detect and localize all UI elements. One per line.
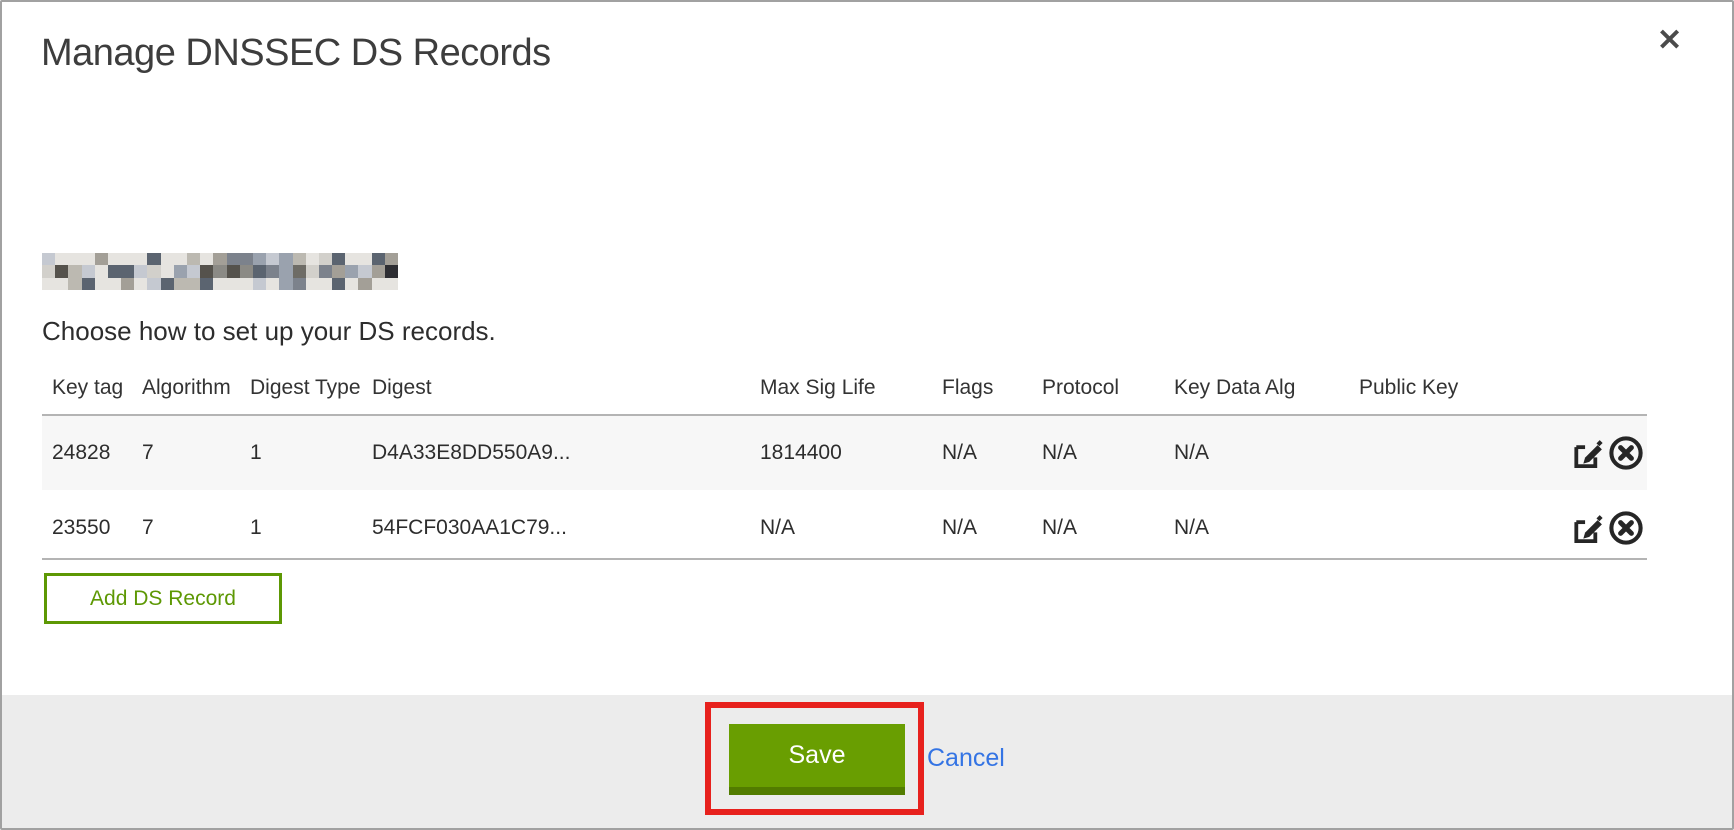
header-public-key: Public Key [1359,376,1458,400]
cell-digest: D4A33E8DD550A9... [372,441,570,465]
edit-icon[interactable] [1569,509,1607,547]
cell-key-tag: 23550 [52,516,110,540]
header-key-data-alg: Key Data Alg [1174,376,1295,400]
cell-max-sig-life: 1814400 [760,441,842,465]
header-protocol: Protocol [1042,376,1119,400]
row-actions [1569,434,1645,472]
edit-icon[interactable] [1569,434,1607,472]
cell-protocol: N/A [1042,441,1077,465]
cell-algorithm: 7 [142,516,154,540]
cell-digest: 54FCF030AA1C79... [372,516,567,540]
table-bottom-border [42,558,1647,560]
header-digest-type: Digest Type [250,376,361,400]
cell-digest-type: 1 [250,516,262,540]
header-algorithm: Algorithm [142,376,231,400]
cell-key-data-alg: N/A [1174,441,1209,465]
table-row: 24828 7 1 D4A33E8DD550A9... 1814400 N/A … [42,416,1647,490]
save-button[interactable]: Save [729,724,905,795]
cell-algorithm: 7 [142,441,154,465]
domain-name-redacted [42,253,398,290]
close-icon[interactable]: ✕ [1657,26,1682,56]
cell-max-sig-life: N/A [760,516,795,540]
row-actions [1569,509,1645,547]
cell-flags: N/A [942,516,977,540]
dialog-title: Manage DNSSEC DS Records [41,32,551,75]
cell-protocol: N/A [1042,516,1077,540]
setup-instruction-text: Choose how to set up your DS records. [42,316,496,347]
cancel-link[interactable]: Cancel [927,744,1005,773]
cell-flags: N/A [942,441,977,465]
cell-key-data-alg: N/A [1174,516,1209,540]
cell-key-tag: 24828 [52,441,110,465]
header-key-tag: Key tag [52,376,123,400]
header-max-sig-life: Max Sig Life [760,376,876,400]
cell-digest-type: 1 [250,441,262,465]
delete-icon[interactable] [1607,509,1645,547]
header-digest: Digest [372,376,432,400]
header-flags: Flags [942,376,993,400]
table-row: 23550 7 1 54FCF030AA1C79... N/A N/A N/A … [42,498,1647,558]
table-header-row: Key tag Algorithm Digest Type Digest Max… [42,376,1647,404]
manage-dnssec-dialog: Manage DNSSEC DS Records ✕ Choose how to… [0,0,1734,830]
add-ds-record-button[interactable]: Add DS Record [44,573,282,624]
delete-icon[interactable] [1607,434,1645,472]
